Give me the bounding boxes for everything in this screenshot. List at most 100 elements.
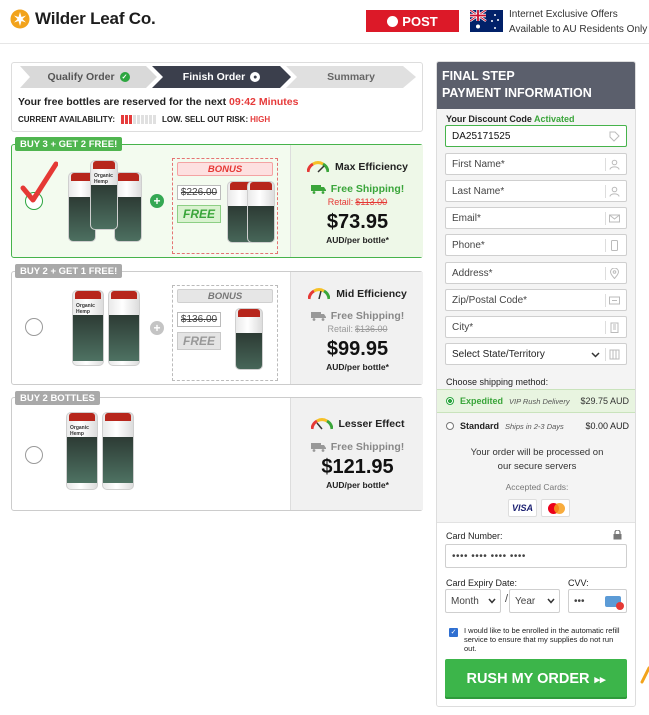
chevron-down-icon (591, 352, 600, 358)
package-radio[interactable] (25, 446, 43, 464)
efficiency-label: Lesser Effect (338, 418, 405, 430)
countdown-timer: 09:42 Minutes (229, 96, 299, 108)
phone-placeholder: Phone* (452, 239, 485, 251)
chevron-down-icon (547, 598, 555, 604)
payment-panel: FINAL STEP PAYMENT INFORMATION Your Disc… (436, 61, 636, 707)
expiry-label: Card Expiry Date: (446, 578, 518, 588)
first-name-placeholder: First Name* (452, 158, 505, 170)
bonus-tag: BONUS (177, 162, 273, 176)
leaf-logo-icon (10, 9, 30, 29)
shipping-label: Free Shipping! (330, 441, 405, 453)
bottle (235, 308, 263, 370)
email-placeholder: Email* (452, 212, 481, 224)
retail-label: Retail: (327, 324, 353, 334)
gauge-icon (308, 288, 331, 300)
brand-logo[interactable]: Wilder Leaf Co. (10, 9, 156, 29)
cvv-card-icon (605, 596, 624, 610)
retail-row: Retail: $113.00 (291, 197, 424, 207)
cvv-field[interactable]: ••• (568, 589, 627, 613)
card-number-field[interactable]: •••• •••• •••• •••• (445, 544, 627, 568)
shipping-option-name: Standard (460, 421, 500, 431)
free-tag: FREE (177, 205, 221, 223)
bonus-old-price: $136.00 (177, 312, 221, 327)
availability-meter-segment (145, 115, 149, 124)
city-placeholder: City* (452, 321, 474, 333)
user-icon (609, 159, 620, 170)
shipping-option-price: $29.75 AUD (580, 396, 629, 406)
phone-field[interactable]: Phone* (445, 234, 627, 256)
current-step-icon: ● (250, 72, 261, 82)
cvv-placeholder: ••• (574, 595, 585, 607)
discount-code-value: DA25171525 (452, 130, 511, 142)
package-badge: BUY 2 + GET 1 FREE! (15, 264, 123, 278)
first-name-field[interactable]: First Name* (445, 153, 627, 175)
efficiency-label: Mid Efficiency (336, 288, 407, 300)
year-value: Year (515, 595, 536, 607)
rush-button-label: RUSH MY ORDER (466, 671, 590, 687)
expiry-separator: / (505, 593, 509, 605)
availability-meter-segment (141, 115, 145, 124)
expiry-month-select[interactable]: Month (445, 589, 501, 613)
step-label: Finish Order (182, 71, 246, 83)
availability-meter-segment (133, 115, 137, 124)
last-name-placeholder: Last Name* (452, 185, 505, 197)
package-price: $121.95 (321, 456, 394, 478)
autorefill-checkbox[interactable]: ✓ (449, 628, 458, 637)
state-select[interactable]: Select State/Territory (445, 343, 627, 365)
city-field[interactable]: City* (445, 316, 627, 338)
truck-icon (310, 312, 326, 321)
package-radio[interactable] (25, 318, 43, 336)
shipping-option-expedited[interactable]: Expedited VIP Rush Delivery $29.75 AUD (437, 389, 635, 413)
cvv-label: CVV: (568, 578, 589, 588)
shipping-option-standard[interactable]: Standard Ships in 2-3 Days $0.00 AUD (437, 414, 635, 438)
payment-title-line-2: PAYMENT INFORMATION (442, 86, 592, 100)
bonus-box: BONUS $226.00 FREE (172, 158, 278, 254)
step-label: Qualify Order (47, 71, 115, 83)
bottle: Organic Hemp (90, 160, 118, 230)
shipping-row: Free Shipping! (291, 183, 424, 195)
risk-label: LOW. SELL OUT RISK: (162, 115, 249, 124)
chevron-down-icon (488, 598, 496, 604)
retail-price: $136.00 (354, 324, 388, 334)
envelope-icon (609, 214, 620, 223)
card-number-placeholder: •••• •••• •••• •••• (452, 550, 526, 562)
check-icon: ✓ (119, 72, 130, 82)
shipping-option-desc: Ships in 2-3 Days (505, 421, 564, 431)
australia-flag-icon (470, 10, 503, 32)
map-icon (609, 349, 620, 360)
auspost-logo: POST (366, 10, 459, 32)
bottle (102, 412, 134, 490)
package-badge: BUY 2 BOTTLES (15, 391, 100, 405)
availability-meter-segment (121, 115, 125, 124)
double-arrow-icon: ▸▸ (594, 673, 606, 686)
package-price: $73.95 (326, 211, 389, 233)
package-price: $99.95 (326, 338, 389, 360)
zip-field[interactable]: Zip/Postal Code* (445, 289, 627, 311)
last-name-field[interactable]: Last Name* (445, 180, 627, 202)
card-number-label: Card Number: (446, 531, 503, 541)
address-field[interactable]: Address* (445, 262, 627, 284)
shipping-row: Free Shipping! (291, 441, 424, 453)
rush-order-button[interactable]: RUSH MY ORDER ▸▸ (445, 659, 627, 699)
shipping-option-desc: VIP Rush Delivery (509, 396, 570, 406)
shipping-radio[interactable] (446, 397, 454, 405)
free-tag: FREE (177, 332, 221, 350)
step-qualify-order: Qualify Order ✓ (20, 66, 157, 88)
shipping-radio[interactable] (446, 422, 454, 430)
autorefill-row[interactable]: ✓ I would like to be enrolled in the aut… (449, 626, 627, 653)
bottle (108, 290, 140, 366)
discount-code-field[interactable]: DA25171525 (445, 125, 627, 147)
step-label: Summary (327, 71, 375, 83)
shipping-method-label: Choose shipping method: (446, 377, 549, 387)
email-field[interactable]: Email* (445, 207, 627, 229)
gauge-icon (310, 418, 333, 430)
availability-meter-segment (153, 115, 157, 124)
discount-label-row: Your Discount Code Activated (446, 114, 575, 124)
address-placeholder: Address* (452, 267, 493, 279)
site-header: Wilder Leaf Co. POST Internet Exclusive … (0, 0, 649, 44)
efficiency-label: Max Efficiency (335, 161, 408, 173)
step-finish-order: Finish Order ● (152, 66, 291, 88)
visa-logo: VISA (508, 499, 537, 517)
price-panel: Mid Efficiency Free Shipping! Retail: $13… (290, 272, 423, 384)
expiry-year-select[interactable]: Year (509, 589, 560, 613)
